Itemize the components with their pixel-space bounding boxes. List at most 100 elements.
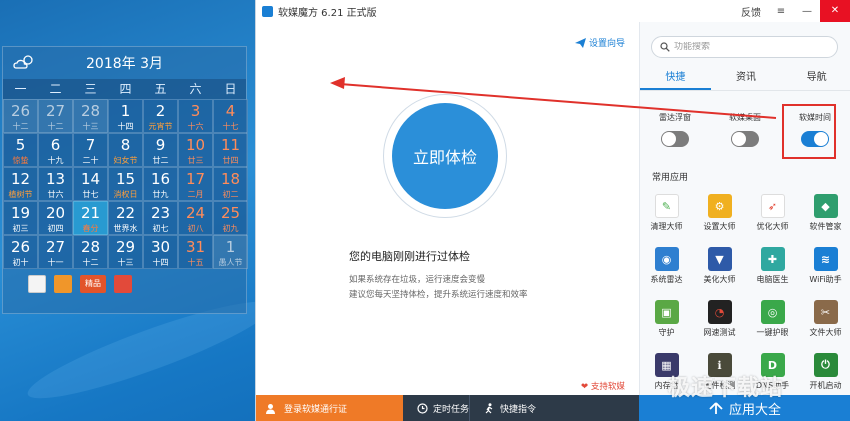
checkup-hint-1: 如果系统存在垃圾，运行速度会变慢 [349, 275, 486, 285]
calendar-day[interactable]: 11 廿四 [213, 133, 248, 167]
calendar-day[interactable]: 23 初七 [143, 201, 178, 235]
app-label: 系统雷达 [650, 275, 683, 284]
weekday-label: 一 [14, 82, 27, 96]
login-button[interactable]: 登录软媒通行证 [256, 395, 403, 421]
app-tile[interactable]: ⚙ 设置大师 [693, 192, 746, 245]
tshirt-icon: ▼ [707, 247, 732, 271]
search-box[interactable] [651, 36, 838, 58]
tab-navigation[interactable]: 导航 [781, 70, 850, 90]
calendar-day[interactable]: 17 二月 [178, 167, 213, 201]
calendar-day[interactable]: 26 初十 [3, 235, 38, 269]
calendar-month-title[interactable]: 2018年 3月 [86, 53, 163, 73]
day-number: 18 [220, 170, 241, 188]
calendar-day[interactable]: 18 初二 [213, 167, 248, 201]
calendar-day[interactable]: 13 廿六 [38, 167, 73, 201]
running-person-icon [485, 402, 493, 413]
window-title: 软媒魔方 6.21 正式版 [278, 7, 377, 19]
calendar-header: 2018年 3月 [3, 47, 246, 79]
sidebar-tabs: 快捷 资讯 导航 [640, 70, 850, 90]
setup-guide-link[interactable]: 设置向导 [574, 36, 625, 49]
calendar-day[interactable]: 19 初三 [3, 201, 38, 235]
day-number: 13 [45, 170, 66, 188]
toolbox-icon[interactable] [114, 275, 132, 293]
lunar-date: 廿四 [222, 156, 239, 165]
feedback-button[interactable]: 反馈 [734, 4, 768, 19]
calendar-day[interactable]: 8 妇女节 [108, 133, 143, 167]
weekday-label: 日 [224, 82, 237, 96]
lunar-date: 初二 [222, 190, 239, 199]
app-tile[interactable]: ✚ 电脑医生 [746, 245, 799, 298]
lunar-date: 初七 [152, 224, 169, 233]
calendar-day[interactable]: 31 十五 [178, 235, 213, 269]
app-tile[interactable]: ◎ 一键护眼 [746, 298, 799, 351]
heart-icon: ❤ [581, 382, 589, 392]
app-tile[interactable]: ◆ 软件管家 [799, 192, 850, 245]
calendar-day[interactable]: 26 十二 [3, 99, 38, 133]
calendar-day[interactable]: 12 植树节 [3, 167, 38, 201]
start-checkup-button[interactable]: 立即体检 [392, 103, 498, 209]
calendar-day[interactable]: 24 初八 [178, 201, 213, 235]
calendar-day[interactable]: 27 十二 [38, 99, 73, 133]
calendar-day[interactable]: 10 廿三 [178, 133, 213, 167]
notes-icon[interactable] [28, 275, 46, 293]
calendar-day[interactable]: 1 愚人节 [213, 235, 248, 269]
calendar-day[interactable]: 27 十一 [38, 235, 73, 269]
menu-icon[interactable]: ≡ [768, 6, 794, 17]
minimize-icon[interactable]: — [794, 6, 820, 17]
calendar-day[interactable]: 4 十七 [213, 99, 248, 133]
weekday-label: 四 [119, 82, 132, 96]
app-tile[interactable]: ✂ 文件大师 [799, 298, 850, 351]
calendar-day[interactable]: 1 十四 [108, 99, 143, 133]
app-tile[interactable]: ▼ 美化大师 [693, 245, 746, 298]
toggle-switch[interactable] [661, 131, 689, 147]
calendar-toolbar: 精品 [3, 269, 246, 293]
calendar-day[interactable]: 7 二十 [73, 133, 108, 167]
support-link[interactable]: ❤ 支持软媒 [581, 380, 625, 392]
calendar-day[interactable]: 9 廿二 [143, 133, 178, 167]
day-number: 30 [150, 238, 171, 256]
calendar-day[interactable]: 3 十六 [178, 99, 213, 133]
app-label: 优化大师 [756, 222, 789, 231]
lunar-date: 十九 [47, 156, 64, 165]
app-tile[interactable]: ▣ 守护 [640, 298, 693, 351]
calendar-day[interactable]: 5 惊蛰 [3, 133, 38, 167]
calendar-day[interactable]: 6 十九 [38, 133, 73, 167]
gift-icon[interactable]: 精品 [80, 275, 106, 293]
calendar-day[interactable]: 16 廿九 [143, 167, 178, 201]
app-tile[interactable]: ◉ 系统雷达 [640, 245, 693, 298]
calendar-day[interactable]: 14 廿七 [73, 167, 108, 201]
day-number: 5 [15, 136, 26, 154]
calendar-day[interactable]: 21 春分 [73, 201, 108, 235]
scheduled-task-button[interactable]: 定时任务 [403, 395, 469, 421]
calendar-day[interactable]: 15 消权日 [108, 167, 143, 201]
weekday-row: 一二三四五六日 [3, 79, 246, 99]
quick-command-button[interactable]: 快捷指令 [469, 395, 536, 421]
close-icon[interactable]: ✕ [820, 0, 850, 22]
calendar-day[interactable]: 22 世界水 [108, 201, 143, 235]
day-number: 6 [50, 136, 61, 154]
app-tile[interactable]: ➶ 优化大师 [746, 192, 799, 245]
tab-shortcuts[interactable]: 快捷 [640, 70, 711, 90]
app-tile[interactable]: ≋ WiFi助手 [799, 245, 850, 298]
app-tile[interactable]: ◔ 网速测试 [693, 298, 746, 351]
search-input[interactable] [674, 42, 824, 52]
app-label: 电脑医生 [756, 275, 789, 284]
setup-guide-label: 设置向导 [588, 39, 625, 49]
calendar-day[interactable]: 2 元宵节 [143, 99, 178, 133]
lunar-date: 惊蛰 [12, 156, 29, 165]
calendar-day[interactable]: 28 十二 [73, 235, 108, 269]
weekday-label: 六 [189, 82, 202, 96]
lunar-date: 廿二 [152, 156, 169, 165]
tab-news[interactable]: 资讯 [711, 70, 782, 90]
partly-cloudy-icon [13, 55, 33, 69]
wifi-icon: ≋ [813, 247, 838, 271]
calendar-day[interactable]: 28 十三 [73, 99, 108, 133]
calendar-day[interactable]: 25 初九 [213, 201, 248, 235]
calendar-day[interactable]: 29 十三 [108, 235, 143, 269]
calendar-day[interactable]: 20 初四 [38, 201, 73, 235]
calendar-day[interactable]: 30 十四 [143, 235, 178, 269]
app-tile[interactable]: ✎ 清理大师 [640, 192, 693, 245]
calendar-book-icon[interactable] [54, 275, 72, 293]
toggle-switch[interactable] [731, 131, 759, 147]
lunar-date: 元宵节 [148, 122, 173, 131]
